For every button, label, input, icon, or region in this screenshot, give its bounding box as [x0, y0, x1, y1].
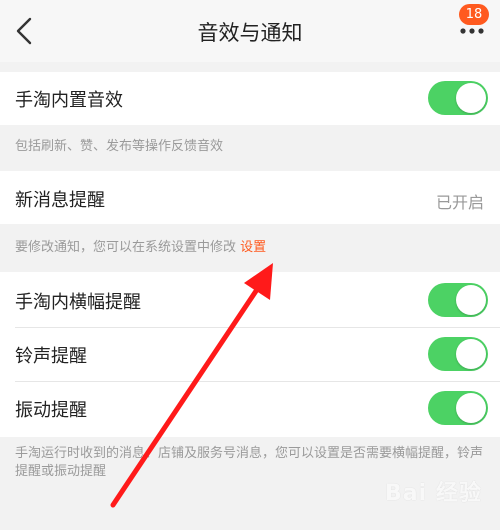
- watermark-logo: Bai 经验: [385, 481, 482, 506]
- alert-settings-group: 手淘内横幅提醒 铃声提醒 振动提醒: [0, 272, 500, 437]
- divider: [15, 381, 500, 382]
- toggle-knob: [456, 83, 486, 113]
- new-message-hint: 要修改通知，您可以在系统设置中修改 设置: [15, 236, 266, 255]
- sound-effect-toggle[interactable]: [428, 81, 488, 115]
- divider: [15, 327, 500, 328]
- toggle-knob: [456, 339, 486, 369]
- banner-label: 手淘内横幅提醒: [15, 292, 141, 313]
- new-message-status: 已开启: [435, 193, 484, 212]
- vibrate-toggle[interactable]: [428, 391, 488, 425]
- nav-header: 音效与通知 18: [0, 0, 500, 62]
- ringtone-toggle[interactable]: [428, 337, 488, 371]
- page-title: 音效与通知: [197, 21, 303, 45]
- sound-effect-hint: 包括刷新、赞、发布等操作反馈音效: [15, 139, 224, 154]
- sound-effect-label: 手淘内置音效: [15, 90, 123, 111]
- vibrate-label: 振动提醒: [15, 400, 87, 421]
- ringtone-label: 铃声提醒: [15, 346, 87, 367]
- settings-link[interactable]: 设置: [240, 240, 266, 255]
- more-dots-icon[interactable]: [459, 26, 485, 36]
- new-message-hint-text: 要修改通知，您可以在系统设置中修改: [15, 240, 237, 255]
- toggle-knob: [456, 393, 486, 423]
- sound-effect-row: 手淘内置音效: [0, 72, 500, 125]
- new-message-label: 新消息提醒: [15, 190, 105, 211]
- new-message-row[interactable]: 新消息提醒 已开启: [0, 171, 500, 224]
- banner-toggle[interactable]: [428, 283, 488, 317]
- message-count-badge: 18: [459, 4, 489, 25]
- toggle-knob: [456, 285, 486, 315]
